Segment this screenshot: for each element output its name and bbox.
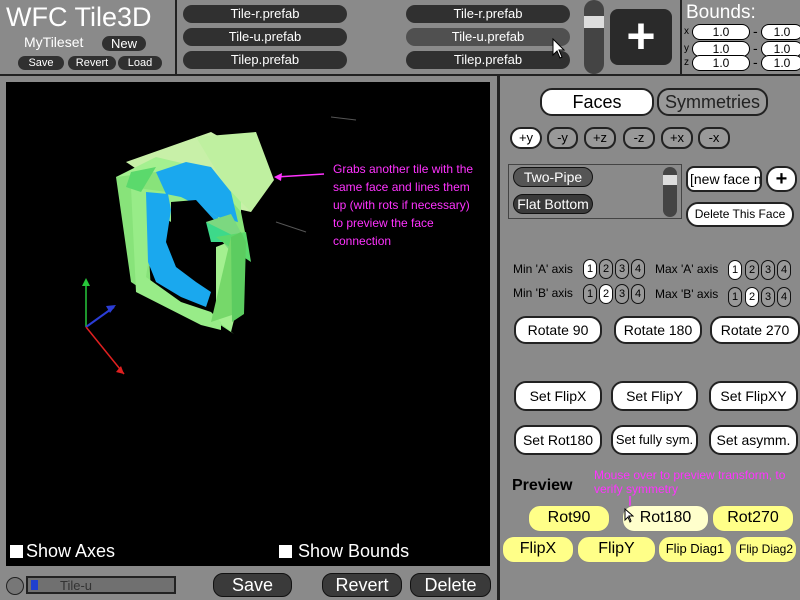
- tile-preview-render: [6, 82, 490, 571]
- app-title: WFC Tile3D: [6, 2, 152, 32]
- face-dir-button[interactable]: +x: [661, 127, 693, 149]
- bounds-dash: -: [753, 23, 758, 39]
- save-tileset-button[interactable]: Save: [18, 56, 64, 70]
- new-tileset-button[interactable]: New: [102, 36, 146, 51]
- max-b-axis-option-4[interactable]: 4: [777, 287, 791, 307]
- save-tile-button[interactable]: Save: [213, 573, 292, 597]
- tile-list-scrollbar[interactable]: [584, 0, 604, 74]
- set-rot180-button[interactable]: Set Rot180: [514, 425, 602, 455]
- rotate-180-button[interactable]: Rotate 180: [614, 316, 702, 344]
- add-tile-button[interactable]: +: [610, 9, 672, 65]
- face-dir-button-selected[interactable]: +y: [510, 127, 542, 149]
- preview-rot180-button[interactable]: Rot180: [622, 505, 709, 532]
- rotate-270-button[interactable]: Rotate 270: [710, 316, 800, 344]
- set-flipy-button[interactable]: Set FlipY: [611, 381, 698, 411]
- max-a-axis-option-4[interactable]: 4: [777, 260, 791, 280]
- preview-rot90-button[interactable]: Rot90: [528, 505, 610, 532]
- max-a-axis-option-2[interactable]: 2: [745, 260, 759, 280]
- tab-faces[interactable]: Faces: [540, 88, 654, 116]
- preview-flipx-button[interactable]: FlipX: [502, 536, 574, 563]
- header-divider-1: [175, 0, 177, 74]
- bounds-row-z: z 1.0 - 1.0: [684, 54, 800, 71]
- delete-tile-button[interactable]: Delete: [410, 573, 491, 597]
- new-face-input[interactable]: [new face n: [686, 166, 762, 192]
- set-flipx-button[interactable]: Set FlipX: [514, 381, 602, 411]
- max-b-axis-option-2[interactable]: 2: [745, 287, 759, 307]
- show-axes-label: Show Axes: [26, 541, 116, 561]
- min-b-axis-option-1[interactable]: 1: [583, 284, 597, 304]
- tile-list-item-selected[interactable]: Tile-u.prefab: [406, 28, 570, 46]
- face-dir-button[interactable]: -x: [698, 127, 730, 149]
- scrollbar-thumb[interactable]: [584, 16, 604, 28]
- bounds-title: Bounds:: [686, 2, 756, 23]
- min-a-axis-label: Min 'A' axis: [513, 262, 573, 276]
- min-a-axis-option-4[interactable]: 4: [631, 259, 645, 279]
- mouse-cursor-icon: [552, 37, 566, 65]
- min-a-axis-option-1[interactable]: 1: [583, 259, 597, 279]
- tile-list-item[interactable]: Tile-r.prefab: [183, 5, 347, 23]
- bounds-x-max-field[interactable]: 1.0: [761, 24, 800, 40]
- tileset-name: MyTileset: [24, 34, 84, 50]
- face-list-item[interactable]: Flat Bottom: [513, 194, 593, 214]
- viewport-divider: [497, 74, 500, 600]
- tile-name-field[interactable]: Tile-u: [26, 576, 176, 594]
- preview-title: Preview: [512, 477, 573, 494]
- set-asymm-button[interactable]: Set asymm.: [709, 425, 798, 455]
- tile-name-text: Tile-u: [60, 578, 93, 593]
- face-dir-button[interactable]: -y: [547, 127, 578, 149]
- max-b-axis-option-3[interactable]: 3: [761, 287, 775, 307]
- face-list-item[interactable]: Two-Pipe: [513, 167, 593, 187]
- tile-list-item[interactable]: Tile-r.prefab: [406, 5, 570, 23]
- header-divider-2: [680, 0, 682, 74]
- preview-flip-diag1-button[interactable]: Flip Diag1: [658, 536, 732, 563]
- revert-tileset-button[interactable]: Revert: [68, 56, 116, 70]
- min-b-axis-option-2[interactable]: 2: [599, 284, 613, 304]
- face-list-scrollbar[interactable]: [663, 167, 677, 217]
- preview-note: Mouse over to preview transform, to veri…: [594, 468, 786, 496]
- revert-tile-button[interactable]: Revert: [322, 573, 402, 597]
- plus-icon: +: [626, 8, 656, 64]
- set-flipxy-button[interactable]: Set FlipXY: [709, 381, 798, 411]
- min-b-axis-option-4[interactable]: 4: [631, 284, 645, 304]
- min-b-axis-option-3[interactable]: 3: [615, 284, 629, 304]
- bounds-axis-label: x: [684, 26, 689, 37]
- add-face-button[interactable]: +: [766, 166, 797, 192]
- cube-icon: [31, 580, 38, 590]
- show-axes-checkbox[interactable]: [10, 545, 23, 558]
- preview-rot270-button[interactable]: Rot270: [712, 505, 794, 532]
- face-dir-button[interactable]: -z: [623, 127, 655, 149]
- set-fully-sym-button[interactable]: Set fully sym.: [611, 425, 698, 455]
- preview-flip-diag2-button[interactable]: Flip Diag2: [735, 536, 797, 563]
- min-a-axis-option-3[interactable]: 3: [615, 259, 629, 279]
- tile-list-item[interactable]: Tilep.prefab: [406, 51, 570, 69]
- bounds-axis-label: y: [684, 43, 689, 54]
- max-a-axis-option-3[interactable]: 3: [761, 260, 775, 280]
- bounds-x-min-field[interactable]: 1.0: [692, 24, 750, 40]
- bounds-z-min-field[interactable]: 1.0: [692, 55, 750, 71]
- bounds-row-x: x 1.0 - 1.0: [684, 23, 800, 40]
- tab-symmetries[interactable]: Symmetries: [657, 88, 768, 116]
- preview-flipy-button[interactable]: FlipY: [577, 536, 656, 563]
- max-b-axis-option-1[interactable]: 1: [728, 287, 742, 307]
- delete-face-button[interactable]: Delete This Face: [686, 202, 794, 227]
- annotation-text: Grabs another tile with the same face an…: [333, 162, 474, 248]
- face-dir-button[interactable]: +z: [584, 127, 616, 149]
- bounds-axis-label: z: [684, 57, 689, 68]
- bounds-z-max-field[interactable]: 1.0: [761, 55, 800, 71]
- show-bounds-checkbox[interactable]: [279, 545, 292, 558]
- max-a-axis-option-1[interactable]: 1: [728, 260, 742, 280]
- scrollbar-thumb[interactable]: [663, 175, 677, 185]
- max-b-axis-label: Max 'B' axis: [655, 287, 719, 301]
- show-bounds-label: Show Bounds: [298, 541, 410, 561]
- bounds-dash: -: [753, 54, 758, 70]
- mouse-cursor-icon: [624, 507, 635, 529]
- tile-list-item[interactable]: Tile-u.prefab: [183, 28, 347, 46]
- max-a-axis-label: Max 'A' axis: [655, 262, 719, 276]
- tile-object-circle-icon: [6, 577, 24, 595]
- load-tileset-button[interactable]: Load: [118, 56, 162, 70]
- rotate-90-button[interactable]: Rotate 90: [514, 316, 602, 344]
- min-a-axis-option-2[interactable]: 2: [599, 259, 613, 279]
- tile-list-item[interactable]: Tilep.prefab: [183, 51, 347, 69]
- min-b-axis-label: Min 'B' axis: [513, 286, 573, 300]
